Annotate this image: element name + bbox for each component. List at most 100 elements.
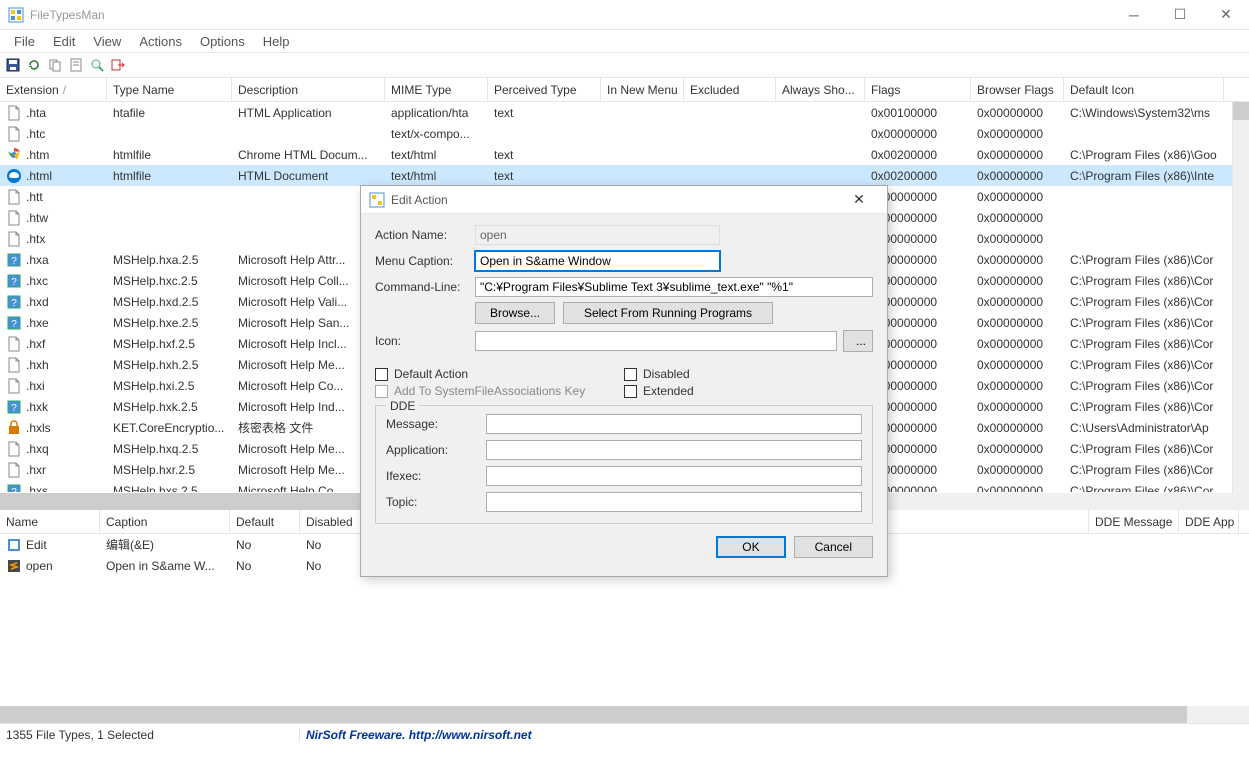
main-table-header: Extension Type Name Description MIME Typ… xyxy=(0,78,1249,102)
col-perceived[interactable]: Perceived Type xyxy=(488,78,601,101)
vertical-scrollbar[interactable] xyxy=(1232,102,1249,493)
edit-action-dialog: Edit Action ✕ Action Name: Menu Caption:… xyxy=(360,185,888,577)
titlebar: FileTypesMan ─ ☐ ✕ xyxy=(0,0,1249,30)
label-action-name: Action Name: xyxy=(375,228,475,242)
file-icon xyxy=(6,105,22,121)
col-flags[interactable]: Flags xyxy=(865,78,971,101)
select-process-button[interactable]: Select From Running Programs xyxy=(563,302,773,324)
close-button[interactable]: ✕ xyxy=(1203,0,1249,30)
acol-dde-message[interactable]: DDE Message xyxy=(1089,510,1179,533)
svg-text:?: ? xyxy=(11,487,17,493)
col-mime[interactable]: MIME Type xyxy=(385,78,488,101)
cancel-button[interactable]: Cancel xyxy=(794,536,873,558)
col-excluded[interactable]: Excluded xyxy=(684,78,776,101)
menubar: File Edit View Actions Options Help xyxy=(0,30,1249,52)
copy-icon[interactable] xyxy=(46,56,64,74)
checkbox-disabled[interactable] xyxy=(624,368,637,381)
svg-text:?: ? xyxy=(11,256,17,267)
label-command-line: Command-Line: xyxy=(375,280,475,294)
dialog-icon xyxy=(369,192,385,208)
minimize-button[interactable]: ─ xyxy=(1111,0,1157,30)
menu-edit[interactable]: Edit xyxy=(45,32,83,51)
file-icon xyxy=(6,231,22,247)
input-dde-application[interactable] xyxy=(486,440,862,460)
label-disabled: Disabled xyxy=(643,367,690,381)
input-dde-ifexec[interactable] xyxy=(486,466,862,486)
ok-button[interactable]: OK xyxy=(716,536,785,558)
file-icon xyxy=(6,357,22,373)
input-menu-caption[interactable] xyxy=(475,251,720,271)
col-newmenu[interactable]: In New Menu xyxy=(601,78,684,101)
input-icon[interactable] xyxy=(475,331,837,351)
col-type-name[interactable]: Type Name xyxy=(107,78,232,101)
menu-actions[interactable]: Actions xyxy=(131,32,190,51)
dde-fieldset: DDE Message: Application: Ifexec: Topic: xyxy=(375,405,873,524)
col-defaulticon[interactable]: Default Icon xyxy=(1064,78,1224,101)
input-dde-topic[interactable] xyxy=(486,492,862,512)
browse-button[interactable]: Browse... xyxy=(475,302,555,324)
find-icon[interactable] xyxy=(88,56,106,74)
label-menu-caption: Menu Caption: xyxy=(375,254,475,268)
input-dde-message[interactable] xyxy=(486,414,862,434)
input-command-line[interactable] xyxy=(475,277,873,297)
label-icon: Icon: xyxy=(375,334,475,348)
actions-horizontal-scrollbar[interactable] xyxy=(0,706,1249,723)
maximize-button[interactable]: ☐ xyxy=(1157,0,1203,30)
svg-text:?: ? xyxy=(11,319,17,330)
svg-text:?: ? xyxy=(11,277,17,288)
dialog-titlebar[interactable]: Edit Action ✕ xyxy=(361,186,887,214)
status-link[interactable]: NirSoft Freeware. http://www.nirsoft.net xyxy=(300,728,538,742)
col-alwaysshow[interactable]: Always Sho... xyxy=(776,78,865,101)
checkbox-extended[interactable] xyxy=(624,385,637,398)
table-row[interactable]: .htctext/x-compo...0x000000000x00000000 xyxy=(0,123,1249,144)
dialog-body: Action Name: Menu Caption: Command-Line:… xyxy=(361,214,887,568)
status-count: 1355 File Types, 1 Selected xyxy=(0,728,300,742)
menu-file[interactable]: File xyxy=(6,32,43,51)
dialog-close-button[interactable]: ✕ xyxy=(839,191,879,208)
svg-text:?: ? xyxy=(11,403,17,414)
menu-help[interactable]: Help xyxy=(255,32,298,51)
chrome-icon xyxy=(6,147,22,163)
file-icon xyxy=(6,210,22,226)
table-row[interactable]: .htmhtmlfileChrome HTML Docum...text/htm… xyxy=(0,144,1249,165)
col-description[interactable]: Description xyxy=(232,78,385,101)
menu-options[interactable]: Options xyxy=(192,32,253,51)
acol-name[interactable]: Name xyxy=(0,510,100,533)
help-icon: ? xyxy=(6,294,22,310)
help-icon: ? xyxy=(6,483,22,493)
refresh-icon[interactable] xyxy=(25,56,43,74)
save-icon[interactable] xyxy=(4,56,22,74)
file-icon xyxy=(6,336,22,352)
file-icon xyxy=(6,441,22,457)
help-icon: ? xyxy=(6,273,22,289)
acol-caption[interactable]: Caption xyxy=(100,510,230,533)
acol-default[interactable]: Default xyxy=(230,510,300,533)
help-icon: ? xyxy=(6,252,22,268)
encr-icon xyxy=(6,420,22,436)
file-icon xyxy=(6,189,22,205)
table-row[interactable]: .htmlhtmlfileHTML Documenttext/htmltext0… xyxy=(0,165,1249,186)
svg-text:?: ? xyxy=(11,298,17,309)
file-icon xyxy=(6,126,22,142)
dde-legend: DDE xyxy=(386,399,419,413)
checkbox-add-assoc xyxy=(375,385,388,398)
acol-dde-app[interactable]: DDE App xyxy=(1179,510,1239,533)
properties-icon[interactable] xyxy=(67,56,85,74)
table-row[interactable]: .htahtafileHTML Applicationapplication/h… xyxy=(0,102,1249,123)
file-icon xyxy=(6,378,22,394)
help-icon: ? xyxy=(6,315,22,331)
icon-browse-button[interactable]: ... xyxy=(843,330,873,352)
col-browserflags[interactable]: Browser Flags xyxy=(971,78,1064,101)
label-dde-ifexec: Ifexec: xyxy=(386,469,486,483)
label-dde-topic: Topic: xyxy=(386,495,486,509)
window-title: FileTypesMan xyxy=(30,8,1111,22)
menu-view[interactable]: View xyxy=(85,32,129,51)
help-icon: ? xyxy=(6,399,22,415)
exit-icon[interactable] xyxy=(109,56,127,74)
label-dde-application: Application: xyxy=(386,443,486,457)
checkbox-default-action[interactable] xyxy=(375,368,388,381)
col-extension[interactable]: Extension xyxy=(0,78,107,101)
subl-icon xyxy=(6,558,22,574)
window-controls: ─ ☐ ✕ xyxy=(1111,0,1249,30)
label-extended: Extended xyxy=(643,384,694,398)
